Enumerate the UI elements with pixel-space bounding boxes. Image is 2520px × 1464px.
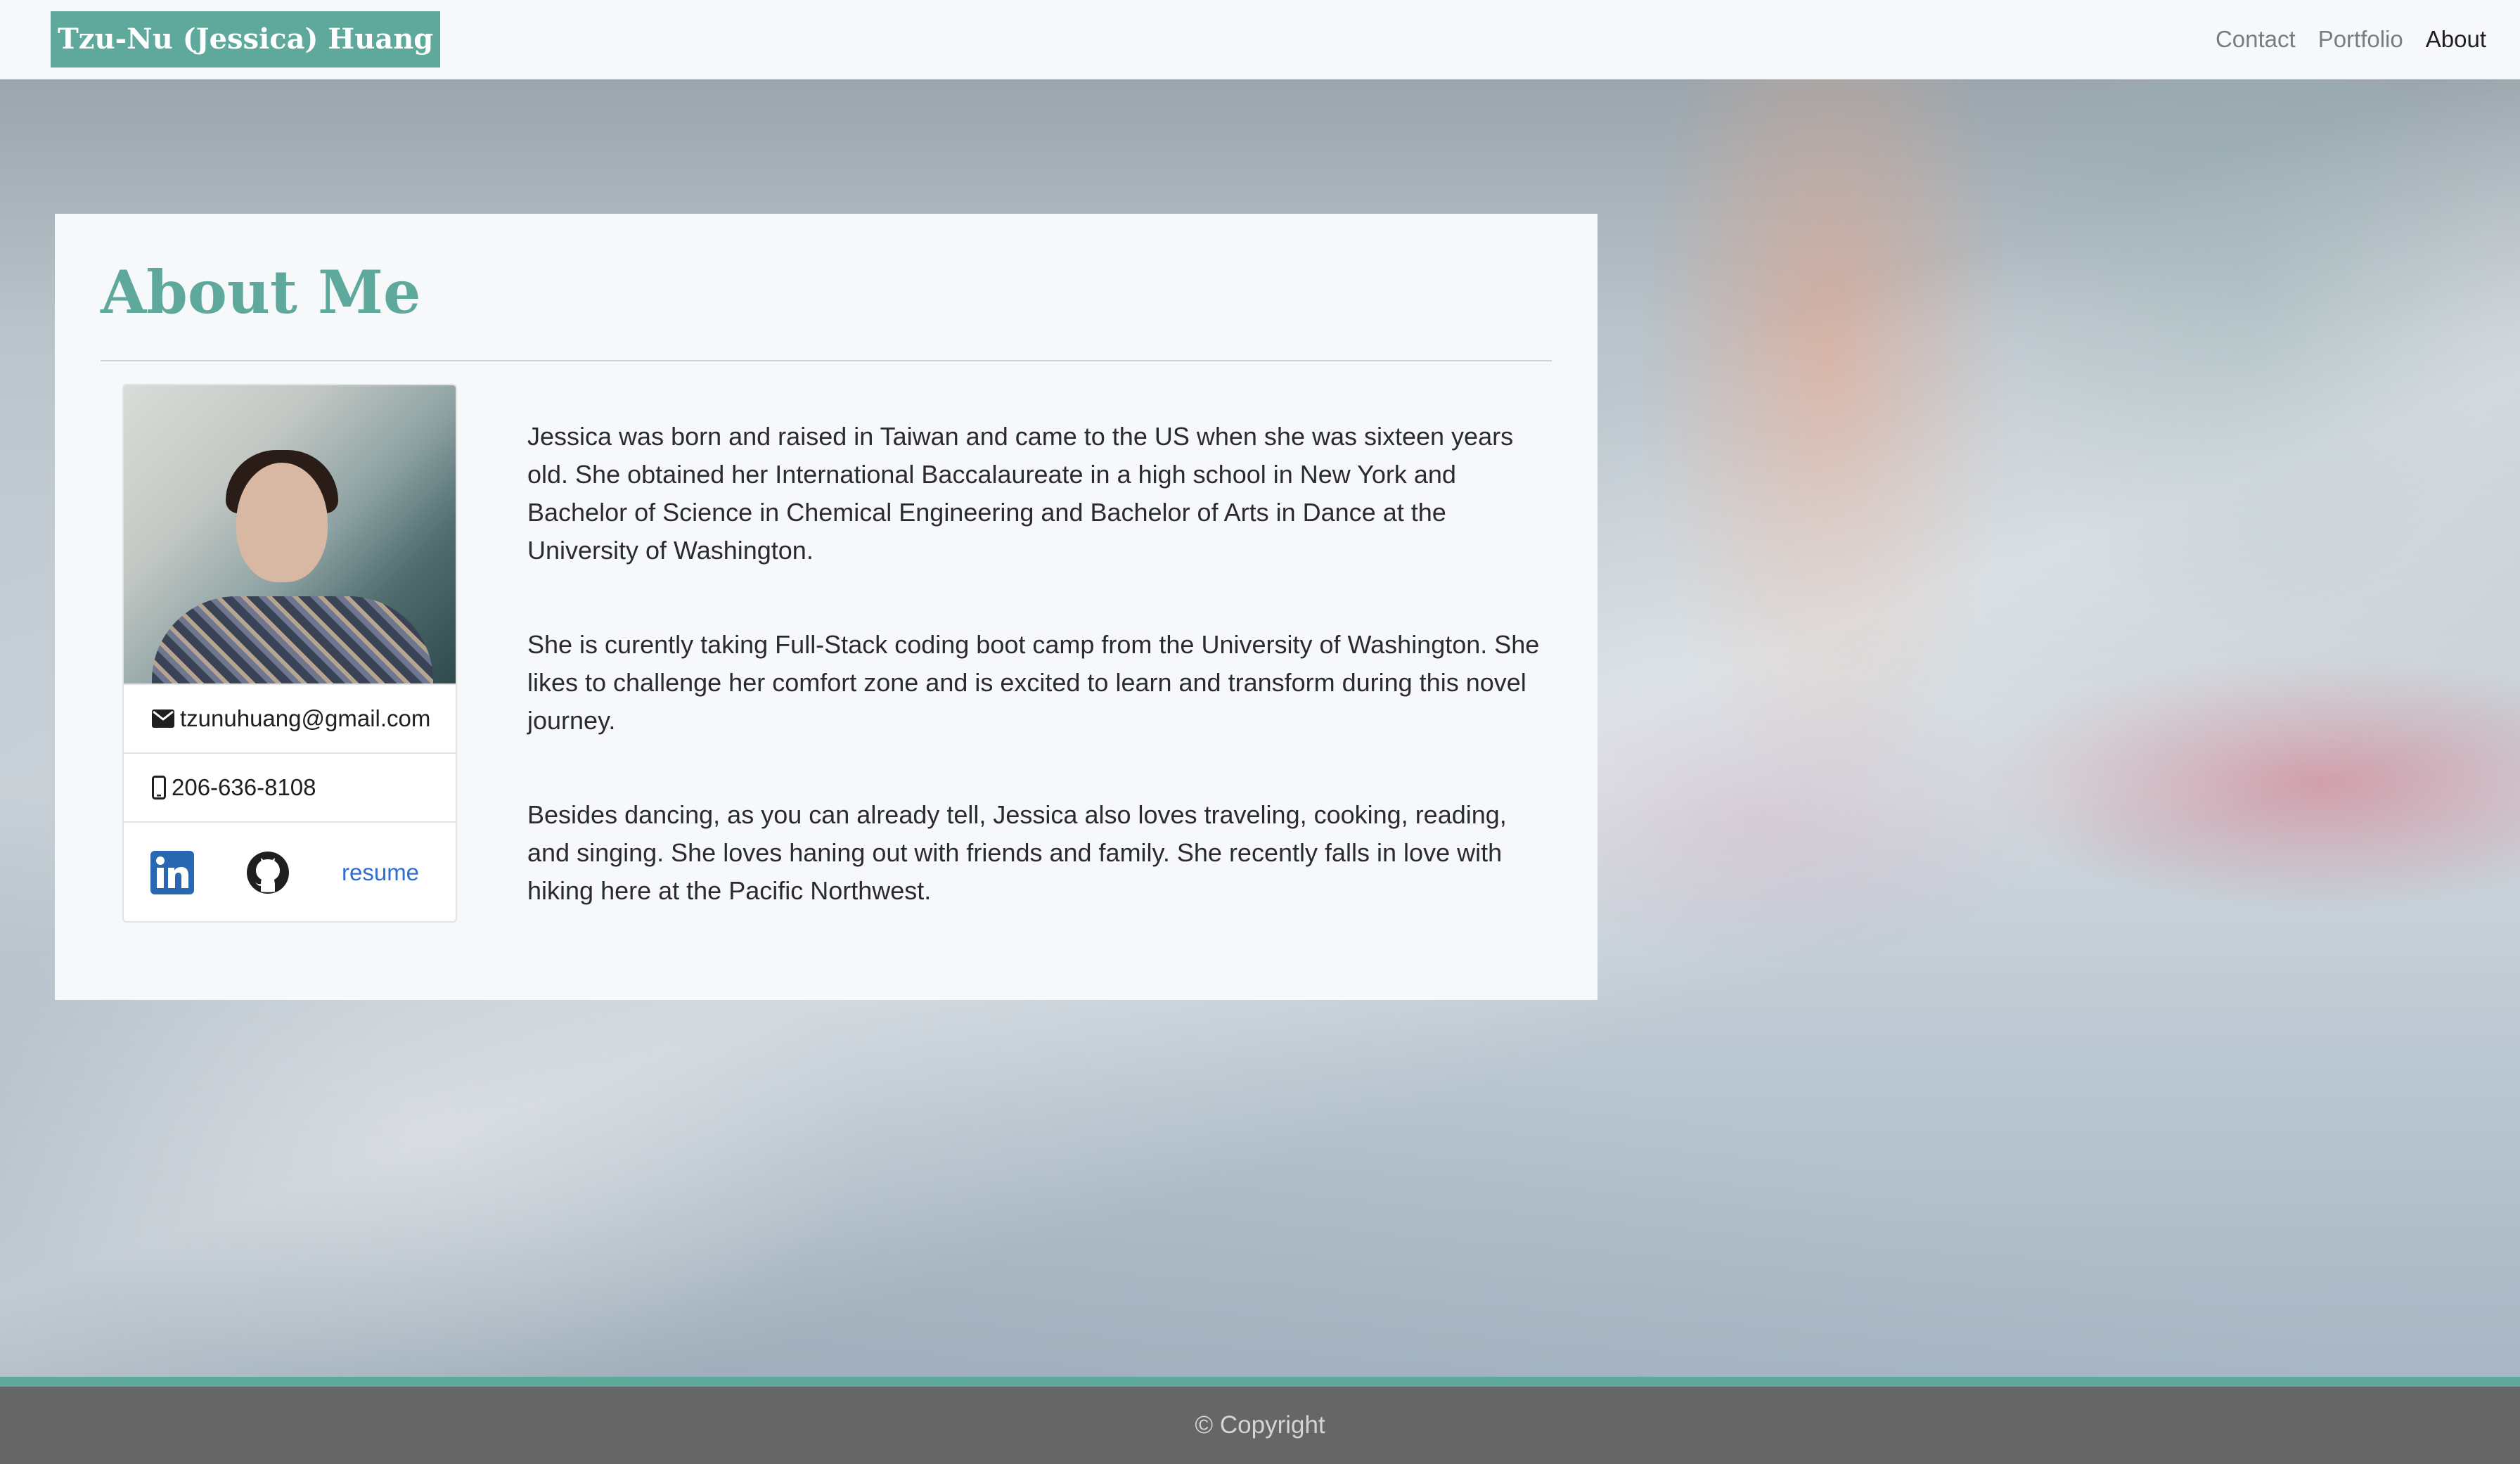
phone-row: 206-636-8108 <box>124 752 456 821</box>
envelope-icon <box>152 709 174 728</box>
footer: © Copyright <box>0 1387 2520 1464</box>
profile-card: tzunuhuang@gmail.com 206-636-8108 resume <box>122 384 457 923</box>
bio-paragraph-2: She is curently taking Full-Stack coding… <box>527 630 1540 735</box>
nav-link-portfolio[interactable]: Portfolio <box>2318 26 2403 53</box>
title-divider <box>101 360 1552 361</box>
bio-paragraph-3: Besides dancing, as you can already tell… <box>527 800 1507 905</box>
nav-link-contact[interactable]: Contact <box>2216 26 2296 53</box>
bio-text: Jessica was born and raised in Taiwan an… <box>527 418 1540 966</box>
page-title: About Me <box>101 257 421 327</box>
navbar: Tzu-Nu (Jessica) Huang Contact Portfolio… <box>0 0 2520 79</box>
bio-paragraph-1: Jessica was born and raised in Taiwan an… <box>527 422 1514 565</box>
profile-photo <box>124 385 456 683</box>
about-card: About Me tzunuhuang@gmail.com 206-636-81… <box>55 214 1598 1000</box>
email-link[interactable]: tzunuhuang@gmail.com <box>180 705 430 732</box>
phone-number: 206-636-8108 <box>172 774 316 800</box>
footer-accent-bar <box>0 1377 2520 1387</box>
email-row: tzunuhuang@gmail.com <box>124 683 456 752</box>
photo-face <box>236 463 328 582</box>
brand-logo[interactable]: Tzu-Nu (Jessica) Huang <box>51 11 441 68</box>
copyright-text: © Copyright <box>1195 1411 1325 1439</box>
resume-link[interactable]: resume <box>342 859 419 886</box>
nav-link-about[interactable]: About <box>2426 26 2486 53</box>
linkedin-icon[interactable] <box>150 851 194 894</box>
github-icon[interactable] <box>246 851 290 894</box>
mobile-phone-icon <box>152 776 166 800</box>
nav-links: Contact Portfolio About <box>2216 0 2486 79</box>
social-links-row: resume <box>124 821 456 921</box>
photo-sweater <box>152 596 433 683</box>
